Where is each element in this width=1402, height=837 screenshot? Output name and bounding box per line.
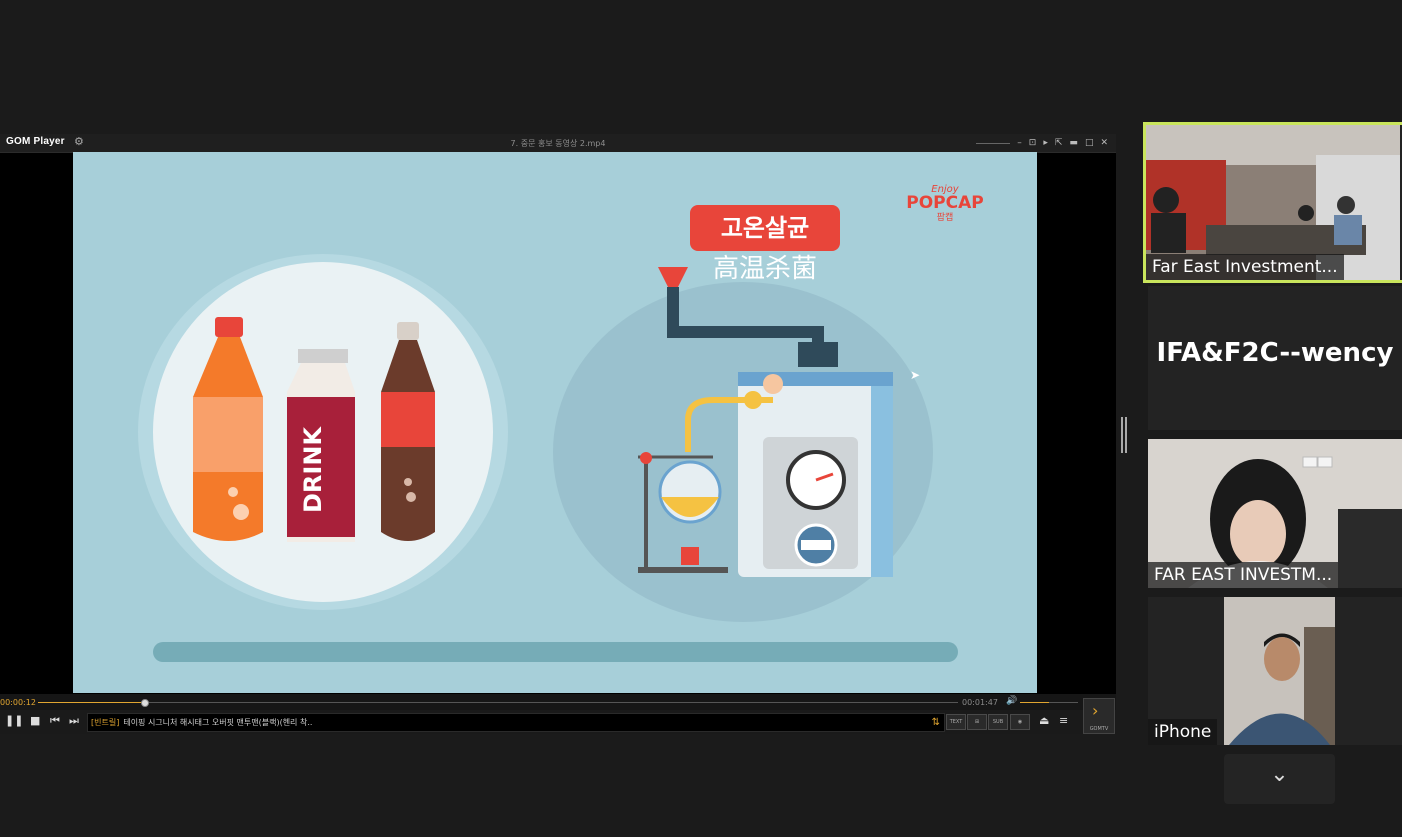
badge-korean: 고온살균	[721, 214, 809, 242]
chevron-down-icon: ⌄	[1270, 762, 1289, 787]
participant-tile-2[interactable]: IFA&F2C--wency	[1148, 286, 1402, 430]
ticker-text: 테이핑 시그니처 해시태그 오버핏 맨투맨(블랙)(헨리 착..	[123, 718, 313, 727]
caption-chinese: 高温杀菌	[713, 254, 817, 284]
seek-bar[interactable]: 00:00:12 00:01:47 🔊	[0, 694, 1116, 710]
text-button[interactable]: TEXT	[946, 714, 966, 730]
participant-video-4	[1224, 597, 1335, 745]
maximize-icon[interactable]: □	[1085, 138, 1094, 148]
ticker-arrows-icon[interactable]: ⇅	[932, 714, 940, 731]
volume-icon[interactable]: 🔊	[1006, 696, 1017, 706]
eject-icon[interactable]: ⏏	[1039, 714, 1049, 727]
ticker-tag: [빈트릴]	[91, 718, 120, 727]
video-illustration: DRINK 고온살균 高温杀菌 Enjoy POPCAP 팝캡	[138, 184, 984, 662]
volume-level	[1020, 702, 1049, 703]
mouse-cursor-icon: ➤	[910, 368, 921, 382]
seek-knob[interactable]	[140, 699, 149, 707]
play-mini-icon[interactable]: ▸	[1043, 138, 1048, 148]
menu-icon[interactable]: ≡	[1059, 714, 1068, 727]
previous-icon[interactable]: ⏮	[50, 714, 60, 728]
volume-slider[interactable]	[1020, 702, 1078, 703]
next-icon[interactable]: ⏭	[69, 714, 79, 728]
participant-tile-3[interactable]: FAR EAST INVESTM...	[1148, 439, 1402, 588]
stop-icon[interactable]: ■	[30, 714, 40, 727]
logo-sub: 팝캡	[937, 211, 954, 223]
audio-mode-icon[interactable]: ⊡	[1029, 138, 1037, 148]
logo-popcap: POPCAP	[906, 193, 983, 213]
title-controls: – ⊡ ▸ ⇱ ▬ □ ✕	[976, 136, 1108, 150]
participant-name: IFA&F2C--wency	[1156, 338, 1394, 368]
pin-icon[interactable]: ⇱	[1055, 138, 1063, 148]
playlist-icon[interactable]: ⊞	[967, 714, 987, 730]
sub-button[interactable]: SUB	[988, 714, 1008, 730]
participant-tile-4[interactable]: iPhone	[1148, 597, 1402, 745]
participant-name: FAR EAST INVESTM...	[1148, 562, 1339, 588]
minimize-icon[interactable]: ▬	[1069, 138, 1078, 148]
subtitle-band	[153, 642, 958, 662]
player-titlebar: GOM Player ⚙ 7. 중문 홍보 동영상 2.mp4 – ⊡ ▸ ⇱ …	[0, 134, 1116, 153]
gomtv-button[interactable]: › GOMTV	[1083, 698, 1115, 734]
opacity-slider[interactable]	[976, 142, 1011, 144]
drink-bottle-icon: DRINK	[287, 349, 355, 542]
close-icon[interactable]: ✕	[1100, 138, 1108, 148]
participant-name: iPhone	[1148, 719, 1218, 745]
gom-player-window: GOM Player ⚙ 7. 중문 홍보 동영상 2.mp4 – ⊡ ▸ ⇱ …	[0, 134, 1116, 734]
bottle-label: DRINK	[299, 426, 327, 513]
control-bar: ❚❚ ■ ⏮ ⏭ [빈트릴] 테이핑 시그니처 해시태그 오버핏 맨투맨(블랙)(…	[0, 698, 1116, 734]
chevron-right-icon: ›	[1092, 701, 1099, 720]
participant-tile-1[interactable]: Far East Investment...	[1143, 122, 1402, 283]
seek-track[interactable]	[38, 699, 958, 707]
file-title: 7. 중문 홍보 동영상 2.mp4	[510, 139, 606, 148]
participant-name: Far East Investment...	[1146, 254, 1344, 280]
pause-icon[interactable]: ❚❚	[5, 714, 23, 727]
total-time: 00:01:47	[962, 698, 998, 707]
show-more-button[interactable]: ⌄	[1224, 754, 1335, 804]
video-frame[interactable]: DRINK 고온살균 高温杀菌 Enjoy POPCAP 팝캡	[73, 152, 1037, 693]
ad-ticker[interactable]: [빈트릴] 테이핑 시그니처 해시태그 오버핏 맨투맨(블랙)(헨리 착.. ⇅	[87, 713, 945, 732]
panel-splitter[interactable]	[1121, 417, 1127, 453]
minus-icon[interactable]: –	[1017, 138, 1022, 148]
gomtv-label: GOMTV	[1089, 726, 1109, 732]
camera-icon[interactable]: ◉	[1010, 714, 1030, 730]
current-time: 00:00:12	[0, 698, 36, 707]
seek-progress	[38, 702, 144, 703]
